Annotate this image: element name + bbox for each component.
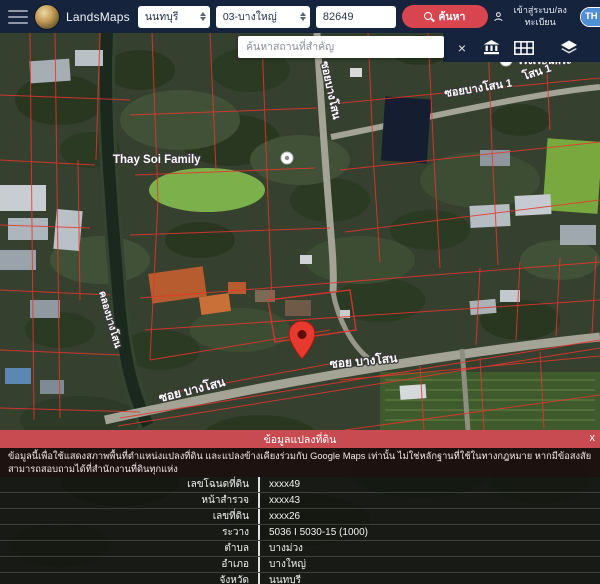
row-value: xxxx49 [258,477,600,492]
login-register-label: เข้าสู่ระบบ/ลงทะเบียน [507,5,574,28]
search-button-label: ค้นหา [438,8,465,25]
row-value: 5036 I 5030-15 (1000) [258,525,600,540]
search-button[interactable]: ค้นหา [402,5,488,28]
disclaimer-text: ข้อมูลนี้เพื่อใช้แสดงสภาพพื้นที่ตำแหน่งแ… [0,448,600,477]
province-select[interactable]: นนทบุรี [138,6,210,28]
poi-label-thay-soi-family: Thay Soi Family [113,154,201,166]
panel-close-icon[interactable]: x [590,432,596,444]
app-header: LandsMaps นนทบุรี 03-บางใหญ่ ค้นหา เข้าส… [0,0,600,33]
menu-icon[interactable] [8,10,28,24]
province-select-value: นนทบุรี [145,8,179,25]
district-select-value: 03-บางใหญ่ [223,8,277,25]
row-label: อำเภอ [0,557,258,572]
row-value: นนทบุรี [258,573,600,584]
table-row-subdistrict: ตำบล บางม่วง [0,540,600,556]
table-row-survey-page: หน้าสำรวจ xxxx43 [0,492,600,508]
table-row-district: อำเภอ บางใหญ่ [0,556,600,572]
row-label: ตำบล [0,541,258,556]
table-row-map-sheet: ระวาง 5036 I 5030-15 (1000) [0,524,600,540]
table-row-land-no: เลขที่ดิน xxxx26 [0,508,600,524]
layers-icon[interactable] [560,40,578,56]
table-row-province: จังหวัด นนทบุรี [0,572,600,584]
parcel-info-header: ข้อมูลแปลงที่ดิน x [0,430,600,448]
row-value: xxxx43 [258,493,600,508]
grid-view-icon[interactable] [514,41,534,55]
parcel-number-input[interactable] [316,6,396,28]
row-label: หน้าสำรวจ [0,493,258,508]
parcel-info-title: ข้อมูลแปลงที่ดิน [264,431,337,448]
row-label: ระวาง [0,525,258,540]
district-select[interactable]: 03-บางใหญ่ [216,6,310,28]
app-title: LandsMaps [66,10,130,24]
map-toolbar: × [443,33,600,62]
clear-search-icon[interactable]: × [455,41,469,55]
login-register-link[interactable]: เข้าสู่ระบบ/ลงทะเบียน [494,5,574,28]
place-search-input[interactable] [238,36,444,58]
language-toggle: TH EN [580,7,600,27]
landsmaps-logo [34,4,60,30]
place-search-box [238,36,444,58]
green-field [149,168,265,212]
user-icon [494,11,503,23]
poi-marker-thay-soi-family[interactable] [281,152,293,164]
row-label: เลขโฉนดที่ดิน [0,477,258,492]
land-office-icon[interactable] [483,40,500,55]
row-value: บางม่วง [258,541,600,556]
table-row-deed-no: เลขโฉนดที่ดิน xxxx49 [0,477,600,492]
landsmaps-app: Thay Soi Family โรงเรือนพระ ซอยบางโสน 1 … [0,0,600,584]
row-value: บางใหญ่ [258,557,600,572]
lang-th-button[interactable]: TH [581,8,600,26]
select-stepper-icon [200,12,206,21]
select-stepper-icon [300,12,306,21]
row-value: xxxx26 [258,509,600,524]
parcel-info-table: เลขโฉนดที่ดิน xxxx49 หน้าสำรวจ xxxx43 เล… [0,477,600,584]
row-label: เลขที่ดิน [0,509,258,524]
row-label: จังหวัด [0,573,258,584]
search-icon [424,12,433,21]
